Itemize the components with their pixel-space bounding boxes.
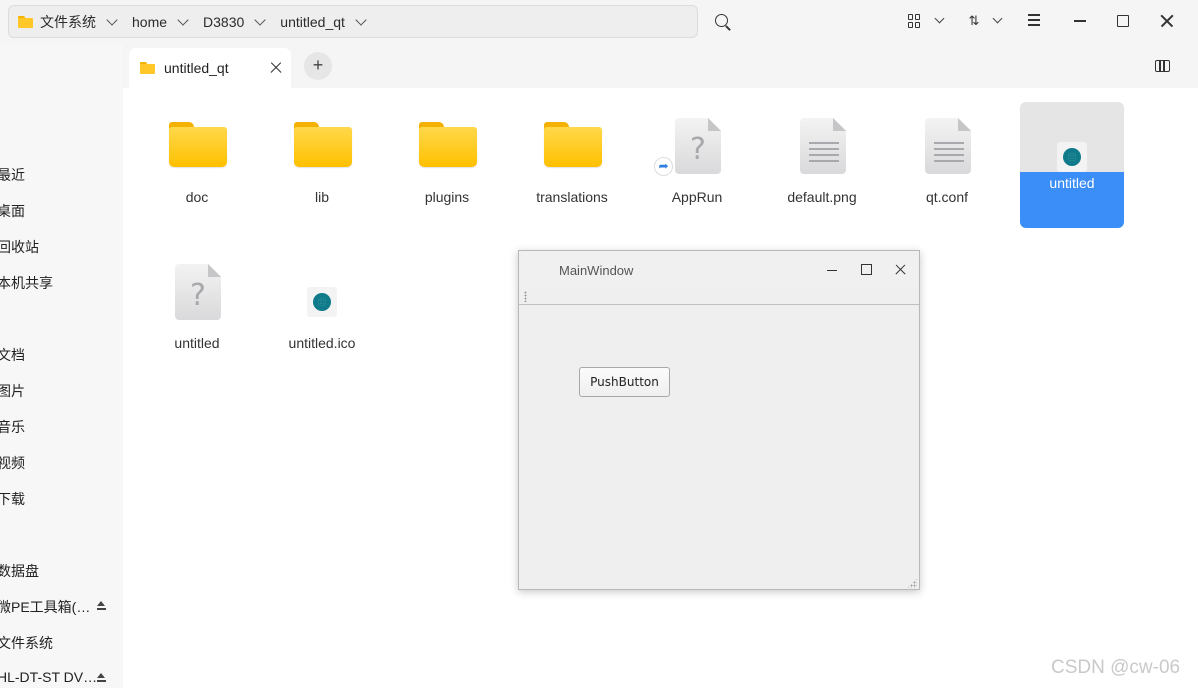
close-tab-icon[interactable] — [270, 62, 282, 74]
file-item-untitled-app[interactable]: untitled — [1020, 102, 1124, 228]
sidebar-item-documents[interactable]: 文档 — [0, 345, 25, 365]
breadcrumb-item-filesystem[interactable]: 文件系统 — [18, 6, 132, 37]
chevron-down-icon[interactable] — [254, 13, 266, 26]
push-button[interactable]: PushButton — [579, 367, 670, 397]
symlink-arrow-icon: ➦ — [654, 157, 673, 176]
breadcrumb-item-home[interactable]: home — [132, 6, 203, 37]
tab-untitled-qt[interactable]: untitled_qt — [129, 48, 291, 88]
toolbar-grip-icon[interactable] — [524, 291, 527, 302]
sidebar-item-music[interactable]: 音乐 — [0, 417, 25, 437]
breadcrumb-item-d3830[interactable]: D3830 — [203, 6, 280, 37]
folder-icon — [169, 122, 227, 168]
sidebar-item-downloads[interactable]: 下载 — [0, 489, 25, 509]
file-item-apprun[interactable]: ? ➦ AppRun — [645, 102, 749, 226]
tab-bar: untitled_qt + — [123, 44, 1198, 88]
main-window-toolbar — [519, 289, 919, 305]
close-icon[interactable] — [1160, 14, 1174, 28]
file-name: doc — [185, 189, 209, 205]
add-tab-button[interactable]: + — [304, 52, 332, 80]
file-name: default.png — [787, 189, 857, 205]
file-item-translations[interactable]: translations — [520, 102, 624, 226]
maximize-icon[interactable] — [1117, 15, 1129, 27]
chevron-down-icon[interactable] — [992, 13, 1003, 24]
file-item-lib[interactable]: lib — [270, 102, 374, 226]
main-window-title: MainWindow — [559, 263, 634, 278]
sidebar-item-filesystem[interactable]: 文件系统 — [0, 633, 53, 653]
eject-icon[interactable] — [96, 601, 107, 611]
question-mark-icon: ? — [190, 278, 206, 313]
sidebar-item-desktop[interactable]: 桌面 — [0, 201, 25, 221]
sidebar-item-local-share[interactable]: 本机共享 — [0, 273, 53, 293]
sidebar-item-data-disk[interactable]: 数据盘 — [0, 561, 39, 581]
minimize-icon[interactable] — [827, 270, 837, 272]
chevron-down-icon[interactable] — [106, 13, 118, 26]
breadcrumb-label: home — [132, 13, 168, 30]
main-window-dialog[interactable]: MainWindow PushButton — [518, 250, 920, 590]
folder-icon — [18, 15, 33, 28]
folder-icon — [140, 62, 155, 74]
file-name: untitled — [174, 335, 220, 351]
file-item-plugins[interactable]: plugins — [395, 102, 499, 226]
grid-view-icon[interactable] — [908, 14, 922, 28]
search-icon[interactable] — [713, 12, 733, 32]
file-name: translations — [536, 189, 608, 205]
sidebar-item-recent[interactable]: 最近 — [0, 165, 25, 185]
file-item-qt-conf[interactable]: qt.conf — [895, 102, 999, 226]
sort-icon[interactable]: ⇅ — [966, 13, 982, 29]
sidebar-item-pe-toolbox[interactable]: 微PE工具箱(… — [0, 597, 90, 617]
file-name: untitled.ico — [288, 335, 356, 351]
resize-grip-icon[interactable] — [907, 578, 917, 588]
sidebar-item-trash[interactable]: 回收站 — [0, 237, 39, 257]
file-item-untitled[interactable]: ? untitled — [145, 248, 249, 372]
chevron-down-icon[interactable] — [355, 13, 367, 26]
file-item-default-png[interactable]: default.png — [770, 102, 874, 226]
file-item-untitled-ico[interactable]: untitled.ico — [270, 248, 374, 372]
chevron-down-icon[interactable] — [934, 13, 945, 24]
qt-ico-icon — [307, 287, 337, 317]
menu-icon[interactable] — [1028, 14, 1042, 26]
breadcrumb: 文件系统 home D3830 untitled_qt — [8, 5, 698, 38]
breadcrumb-label: 文件系统 — [40, 13, 96, 30]
sidebar-toggle-icon[interactable] — [1155, 60, 1170, 72]
qt-app-icon — [1057, 142, 1087, 172]
watermark: CSDN @cw-06 — [1051, 657, 1181, 678]
sidebar-item-dvd-drive[interactable]: HL-DT-ST DV… — [0, 669, 97, 685]
folder-icon — [419, 122, 477, 168]
sidebar-item-videos[interactable]: 视频 — [0, 453, 25, 473]
file-name: lib — [314, 189, 329, 205]
file-name: plugins — [424, 189, 470, 205]
main-window-titlebar[interactable]: MainWindow — [519, 251, 919, 289]
chevron-down-icon[interactable] — [177, 13, 189, 26]
maximize-icon[interactable] — [861, 264, 872, 275]
breadcrumb-label: untitled_qt — [280, 13, 345, 30]
question-mark-icon: ? — [690, 132, 706, 167]
file-item-doc[interactable]: doc — [145, 102, 249, 226]
main-window-central-widget: PushButton — [519, 306, 919, 589]
tab-label: untitled_qt — [164, 60, 229, 76]
eject-icon[interactable] — [96, 673, 107, 683]
file-name: qt.conf — [925, 189, 969, 205]
file-name: untitled — [1049, 175, 1095, 191]
folder-icon — [544, 122, 602, 168]
folder-icon — [294, 122, 352, 168]
sidebar-item-pictures[interactable]: 图片 — [0, 381, 25, 401]
minimize-icon[interactable] — [1074, 20, 1086, 22]
close-icon[interactable] — [895, 264, 906, 275]
title-bar: 文件系统 home D3830 untitled_qt ⇅ — [0, 0, 1198, 44]
sidebar: 最近 桌面 回收站 本机共享 文档 图片 音乐 视频 下载 数据盘 微PE工具箱… — [0, 44, 123, 688]
breadcrumb-item-untitled-qt[interactable]: untitled_qt — [280, 6, 381, 37]
breadcrumb-label: D3830 — [203, 13, 245, 30]
file-name: AppRun — [671, 189, 723, 205]
